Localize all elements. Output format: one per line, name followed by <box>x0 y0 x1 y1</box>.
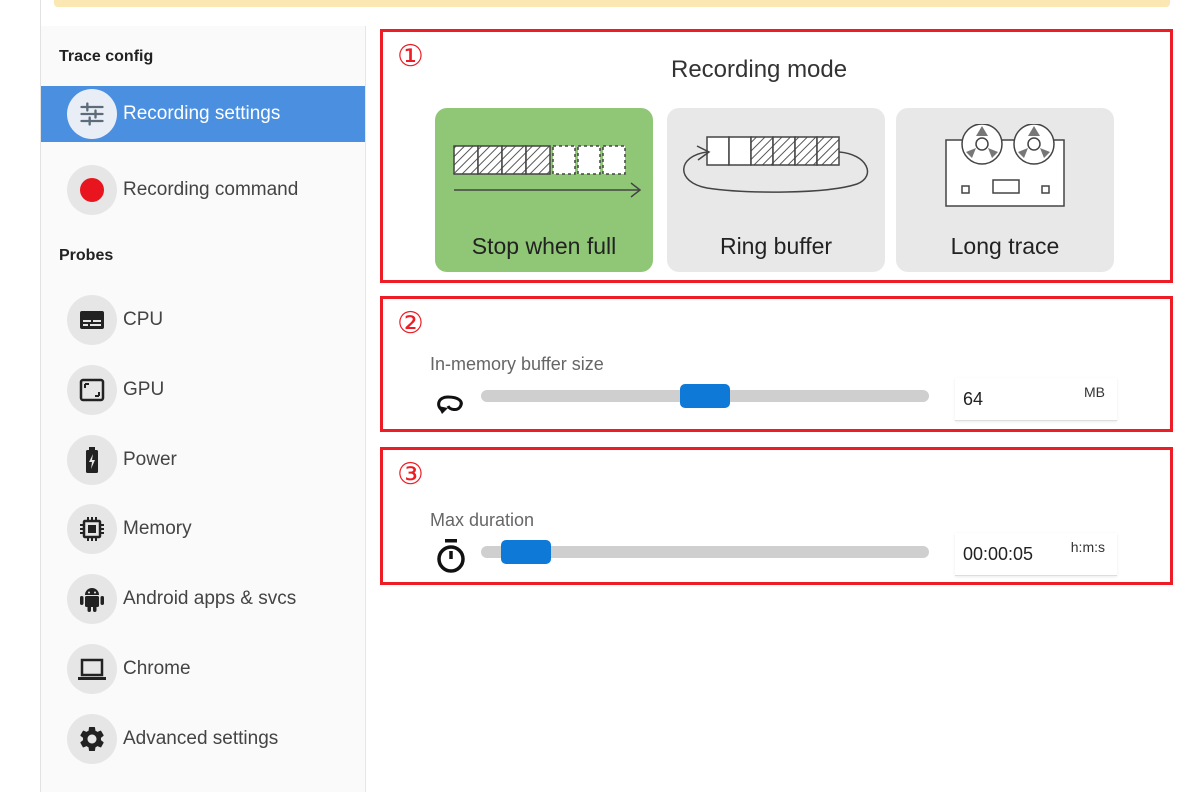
loop-arrow-icon <box>437 395 463 414</box>
ring-buffer-illustration <box>683 136 869 193</box>
nav-label: Power <box>123 449 177 470</box>
stop-when-full-illustration <box>453 145 642 198</box>
nav-label: Recording command <box>123 179 299 200</box>
nav-label: CPU <box>123 309 164 330</box>
notice-banner <box>54 0 1170 7</box>
trace-config-heading: Trace config <box>59 48 154 65</box>
max-duration-value: 00:00:05 <box>963 544 1034 564</box>
mode-label: Long trace <box>950 233 1060 259</box>
mode-stop-when-full[interactable]: Stop when full <box>435 108 653 272</box>
probes-heading: Probes <box>59 247 114 264</box>
mode-label: Stop when full <box>471 233 617 259</box>
laptop-icon <box>67 644 117 694</box>
gpu-icon <box>67 365 117 415</box>
sidebar-item-gpu[interactable]: GPU <box>41 362 365 418</box>
mode-long-trace[interactable]: Long trace <box>896 108 1114 272</box>
buffer-size-label: In-memory buffer size <box>430 354 604 374</box>
sidebar-item-advanced-settings[interactable]: Advanced settings <box>41 711 365 767</box>
buffer-size-section: ② In-memory buffer size 64 MB <box>380 296 1173 432</box>
sidebar-item-power[interactable]: Power <box>41 432 365 488</box>
recording-mode-title: Recording mode <box>671 56 848 83</box>
buffer-size-value: 64 <box>963 389 984 409</box>
nav-label: Advanced settings <box>123 728 279 749</box>
sidebar-item-memory[interactable]: Memory <box>41 501 365 557</box>
tape-recorder-illustration <box>945 124 1065 207</box>
sidebar-item-recording-settings[interactable]: Recording settings <box>41 86 365 142</box>
annotation-marker-3: ③ <box>397 458 424 491</box>
nav-label: Chrome <box>123 658 191 679</box>
android-icon <box>67 574 117 624</box>
max-duration-input[interactable]: 00:00:05 h:m:s <box>955 533 1117 576</box>
sliders-icon <box>67 89 117 139</box>
max-duration-unit: h:m:s <box>1070 539 1105 555</box>
sidebar-item-cpu[interactable]: CPU <box>41 292 365 348</box>
annotation-marker-2: ② <box>397 307 424 340</box>
buffer-size-unit: MB <box>1084 384 1105 400</box>
nav-label: Recording settings <box>123 103 281 124</box>
buffer-size-slider-thumb[interactable] <box>680 384 730 408</box>
nav-label: Memory <box>123 518 192 539</box>
annotation-marker-1: ① <box>397 40 424 73</box>
max-duration-section: ③ Max duration 00:00:05 h:m:s <box>380 447 1173 585</box>
nav-label: Android apps & svcs <box>123 588 297 609</box>
sidebar-item-chrome[interactable]: Chrome <box>41 641 365 697</box>
memory-chip-icon <box>67 504 117 554</box>
recording-mode-section: ① Recording mode Stop when full Ring buf… <box>380 29 1173 283</box>
sidebar-item-android-apps[interactable]: Android apps & svcs <box>41 571 365 627</box>
battery-icon <box>67 435 117 485</box>
max-duration-slider-thumb[interactable] <box>501 540 551 564</box>
stopwatch-icon <box>437 539 465 573</box>
nav-label: GPU <box>123 379 165 400</box>
gear-icon <box>67 714 117 764</box>
mode-ring-buffer[interactable]: Ring buffer <box>667 108 885 272</box>
max-duration-label: Max duration <box>430 510 535 530</box>
record-dot-icon <box>67 165 117 215</box>
cpu-icon <box>67 295 117 345</box>
sidebar-item-recording-command[interactable]: Recording command <box>41 162 365 218</box>
sidebar: Trace config Recording settings Recordin… <box>41 26 366 792</box>
buffer-size-input[interactable]: 64 MB <box>955 378 1117 421</box>
mode-label: Ring buffer <box>719 233 833 259</box>
